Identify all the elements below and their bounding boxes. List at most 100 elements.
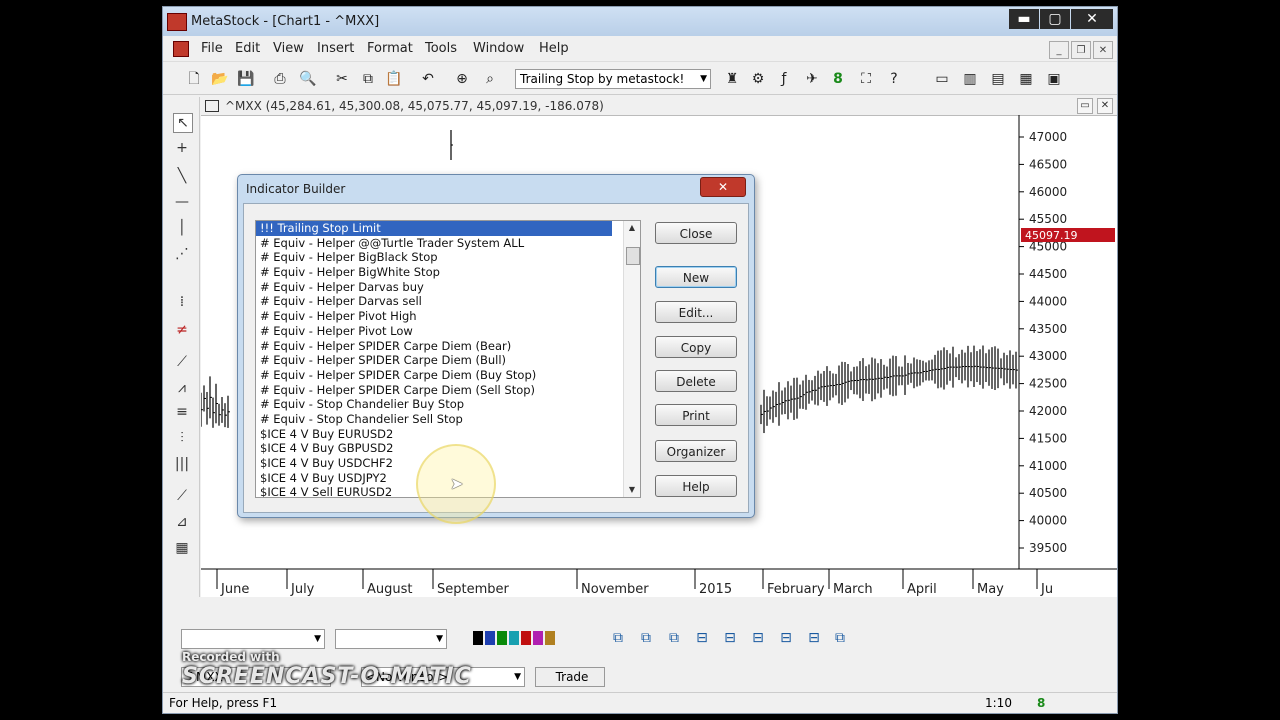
fibonacci-icon[interactable]: ≡ — [173, 403, 191, 421]
expert-advisor-icon[interactable]: ♜ — [723, 70, 741, 88]
scroll-up-icon[interactable]: ▲ — [624, 221, 640, 235]
layout-icon[interactable]: ▣ — [1045, 70, 1063, 88]
regression-icon[interactable]: ⟋ — [173, 353, 191, 371]
size-select[interactable]: ▼ — [335, 629, 447, 649]
list-item[interactable]: # Equiv - Helper BigBlack Stop — [256, 250, 640, 265]
vertical-line-icon[interactable]: │ — [173, 219, 191, 237]
chart-close-button[interactable]: ✕ — [1097, 98, 1113, 114]
chart-tool-3-icon[interactable]: ⧉ — [665, 629, 683, 647]
list-item[interactable]: # Equiv - Helper @@Turtle Trader System … — [256, 236, 640, 251]
cut-icon[interactable]: ✂ — [333, 70, 351, 88]
menu-window[interactable]: Window — [473, 41, 524, 56]
list-item[interactable]: # Equiv - Helper SPIDER Carpe Diem (Bull… — [256, 353, 640, 368]
chart-tool-1-icon[interactable]: ⧉ — [609, 629, 627, 647]
list-item[interactable]: # Equiv - Helper SPIDER Carpe Diem (Bear… — [256, 339, 640, 354]
open-folder-icon[interactable]: 📂 — [211, 70, 229, 88]
chart-tool-8-icon[interactable]: ⊟ — [805, 629, 823, 647]
menu-insert[interactable]: Insert — [317, 41, 354, 56]
copy-icon[interactable]: ⧉ — [359, 70, 377, 88]
menu-file[interactable]: File — [201, 41, 223, 56]
help-pointer-icon[interactable]: ? — [885, 70, 903, 88]
print-preview-icon[interactable]: 🔍 — [299, 70, 317, 88]
channel-icon[interactable]: ≠ — [173, 321, 191, 339]
speed-lines-icon[interactable]: ⩘ — [173, 379, 191, 397]
gann-icon[interactable]: ⊿ — [173, 513, 191, 531]
scroll-down-icon[interactable]: ▼ — [624, 483, 640, 497]
chart-tool-9-icon[interactable]: ⧉ — [831, 629, 849, 647]
mdi-close-button[interactable]: ✕ — [1093, 41, 1113, 59]
cross-tool-icon[interactable]: + — [173, 139, 191, 157]
color-palette[interactable] — [473, 631, 555, 645]
menu-help[interactable]: Help — [539, 41, 569, 56]
list-item[interactable]: $ICE 4 V Buy EURUSD2 — [256, 427, 640, 442]
smart-charts-icon[interactable]: 8 — [829, 70, 847, 88]
close-button[interactable]: ✕ — [1071, 9, 1113, 29]
window-tile-h-icon[interactable]: ▤ — [989, 70, 1007, 88]
undo-icon[interactable]: ↶ — [419, 70, 437, 88]
window-cascade-icon[interactable]: ▭ — [933, 70, 951, 88]
new-file-icon[interactable]: 🗋 — [185, 70, 203, 88]
crosshair-icon[interactable]: ⊕ — [453, 70, 471, 88]
time-zones-icon[interactable]: ||| — [173, 455, 191, 473]
window-grid-icon[interactable]: ▦ — [1017, 70, 1035, 88]
save-icon[interactable]: 💾 — [237, 70, 255, 88]
fib-fan-icon[interactable]: ⫶ — [173, 429, 191, 447]
chart-tool-5-icon[interactable]: ⊟ — [721, 629, 739, 647]
list-item[interactable]: # Equiv - Stop Chandelier Sell Stop — [256, 412, 640, 427]
color-swatch[interactable] — [509, 631, 519, 645]
list-item[interactable]: # Equiv - Helper BigWhite Stop — [256, 265, 640, 280]
list-item[interactable]: # Equiv - Helper Pivot Low — [256, 324, 640, 339]
zoom-icon[interactable]: ⌕ — [481, 70, 499, 88]
list-item[interactable]: # Equiv - Helper SPIDER Carpe Diem (Buy … — [256, 368, 640, 383]
system-tester-icon[interactable]: ⚙ — [749, 70, 767, 88]
organizer-button[interactable]: Organizer — [655, 440, 737, 462]
trendline-icon[interactable]: ╲ — [173, 167, 191, 185]
style-select[interactable]: ▼ — [181, 629, 325, 649]
explorer-icon[interactable]: ✈ — [803, 70, 821, 88]
chart-tool-7-icon[interactable]: ⊟ — [777, 629, 795, 647]
window-tile-v-icon[interactable]: ▥ — [961, 70, 979, 88]
chart-tool-2-icon[interactable]: ⧉ — [637, 629, 655, 647]
delete-indicator-button[interactable]: Delete — [655, 370, 737, 392]
color-swatch[interactable] — [485, 631, 495, 645]
menu-edit[interactable]: Edit — [235, 41, 260, 56]
list-item[interactable]: # Equiv - Helper Darvas sell — [256, 294, 640, 309]
expert-select[interactable]: Trailing Stop by metastock! ▼ — [515, 69, 711, 89]
list-scrollbar[interactable]: ▲ ▼ — [623, 221, 640, 497]
help-button[interactable]: Help — [655, 475, 737, 497]
edit-indicator-button[interactable]: Edit... — [655, 301, 737, 323]
mdi-restore-button[interactable]: ❐ — [1071, 41, 1091, 59]
list-item[interactable]: # Equiv - Helper Pivot High — [256, 309, 640, 324]
list-item[interactable]: !!! Trailing Stop Limit — [256, 221, 612, 236]
menu-format[interactable]: Format — [367, 41, 413, 56]
grid-tool-icon[interactable]: ▦ — [173, 539, 191, 557]
mdi-minimize-button[interactable]: _ — [1049, 41, 1069, 59]
text-tool-icon[interactable]: ⟋ — [173, 487, 191, 505]
print-indicator-button[interactable]: Print — [655, 404, 737, 426]
dialog-close-button[interactable]: ✕ — [700, 177, 746, 197]
binoculars-icon[interactable]: ⛶ — [857, 70, 875, 88]
scroll-thumb[interactable] — [626, 247, 640, 265]
list-item[interactable]: # Equiv - Stop Chandelier Buy Stop — [256, 397, 640, 412]
trade-button[interactable]: Trade — [535, 667, 605, 687]
print-icon[interactable]: ⎙ — [271, 70, 289, 88]
horizontal-line-icon[interactable]: — — [173, 193, 191, 211]
chart-tool-4-icon[interactable]: ⊟ — [693, 629, 711, 647]
new-indicator-button[interactable]: New — [655, 266, 737, 288]
minimize-button[interactable]: ▬ — [1009, 9, 1039, 29]
color-swatch[interactable] — [497, 631, 507, 645]
color-swatch[interactable] — [533, 631, 543, 645]
color-swatch[interactable] — [545, 631, 555, 645]
close-dialog-button[interactable]: Close — [655, 222, 737, 244]
fan-tool-icon[interactable]: ⋰ — [173, 245, 191, 263]
menu-tools[interactable]: Tools — [425, 41, 457, 56]
list-item[interactable]: # Equiv - Helper SPIDER Carpe Diem (Sell… — [256, 383, 640, 398]
cycle-lines-icon[interactable]: ⁞ — [173, 293, 191, 311]
color-swatch[interactable] — [521, 631, 531, 645]
copy-indicator-button[interactable]: Copy — [655, 336, 737, 358]
indicator-builder-icon[interactable]: ƒ — [775, 70, 793, 88]
chart-tool-6-icon[interactable]: ⊟ — [749, 629, 767, 647]
list-item[interactable]: # Equiv - Helper Darvas buy — [256, 280, 640, 295]
pointer-icon[interactable]: ↖ — [173, 113, 193, 133]
maximize-button[interactable]: ▢ — [1040, 9, 1070, 29]
